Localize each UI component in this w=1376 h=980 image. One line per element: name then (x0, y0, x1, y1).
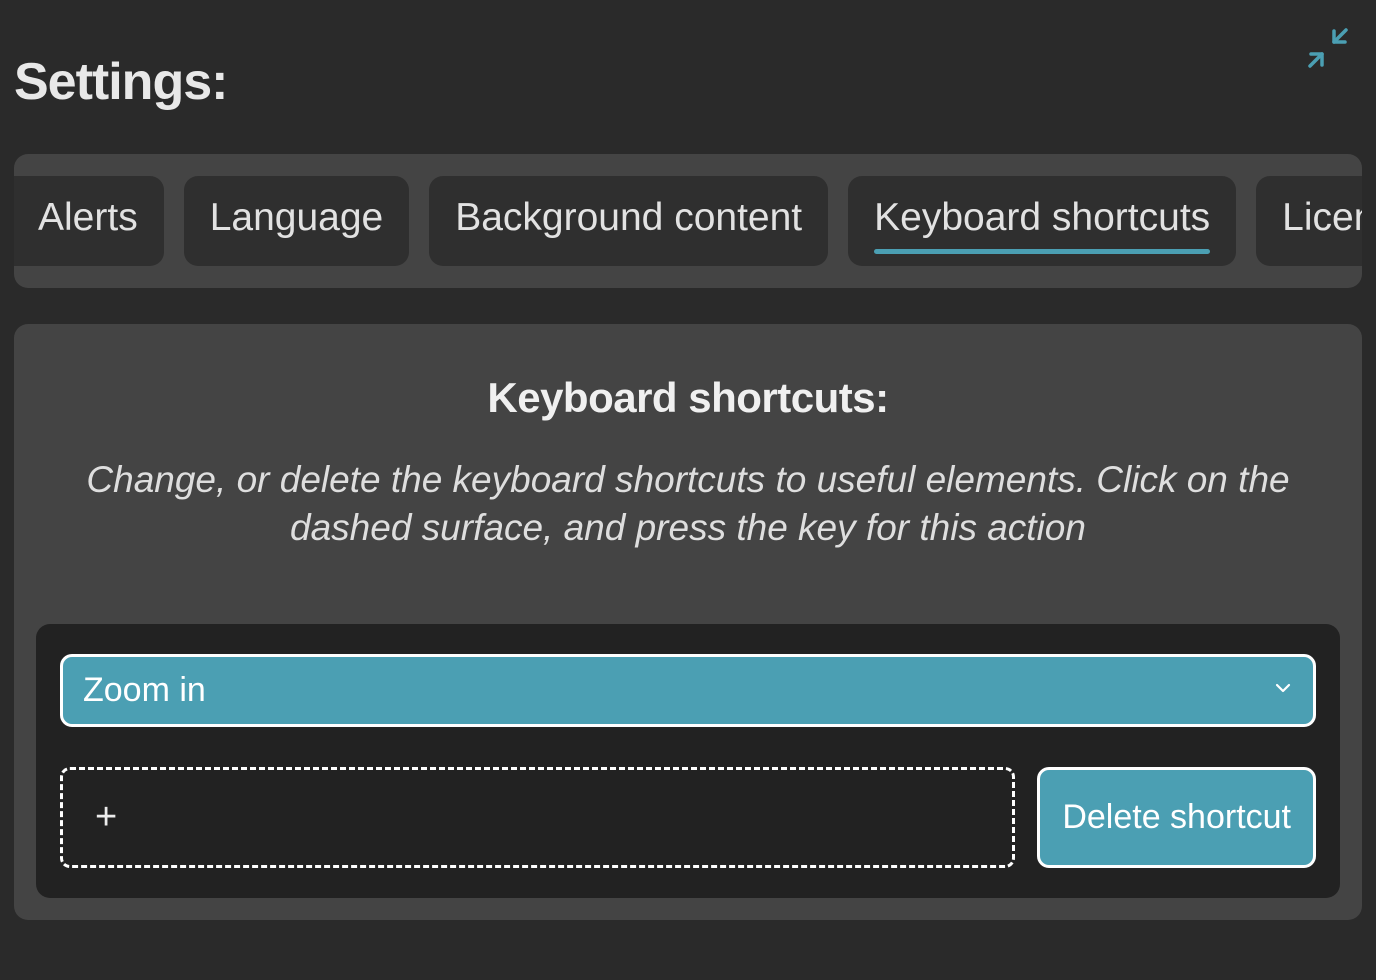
tab-licenses[interactable]: Licenses (1256, 176, 1362, 266)
tab-language[interactable]: Language (184, 176, 410, 266)
panel-title: Keyboard shortcuts: (36, 374, 1340, 422)
delete-shortcut-button[interactable]: Delete shortcut (1037, 767, 1316, 868)
tab-label: Alerts (38, 196, 138, 239)
action-select[interactable]: Zoom in (60, 654, 1316, 727)
tab-label: Licenses (1282, 196, 1362, 239)
panel-description: Change, or delete the keyboard shortcuts… (36, 456, 1340, 552)
page-title: Settings: (14, 0, 1362, 154)
shortcut-row: + Delete shortcut (60, 767, 1316, 868)
tab-alerts[interactable]: Alerts (14, 176, 164, 266)
shortcut-key-input[interactable]: + (60, 767, 1015, 868)
shortcut-editor: Zoom in + Delete shortcut (36, 624, 1340, 898)
chevron-down-icon (1273, 678, 1293, 703)
tab-keyboard-shortcuts[interactable]: Keyboard shortcuts (848, 176, 1236, 266)
settings-page: Settings: Alerts Language Background con… (0, 0, 1376, 934)
delete-shortcut-label: Delete shortcut (1062, 798, 1291, 837)
tab-label: Background content (455, 196, 802, 239)
tab-label: Keyboard shortcuts (874, 196, 1210, 239)
shortcut-key-value: + (95, 796, 117, 838)
keyboard-shortcuts-panel: Keyboard shortcuts: Change, or delete th… (14, 324, 1362, 920)
tabs-container: Alerts Language Background content Keybo… (14, 154, 1362, 288)
tab-label: Language (210, 196, 384, 239)
action-select-value: Zoom in (83, 671, 206, 710)
tab-background-content[interactable]: Background content (429, 176, 828, 266)
minimize-icon[interactable] (1308, 28, 1348, 73)
